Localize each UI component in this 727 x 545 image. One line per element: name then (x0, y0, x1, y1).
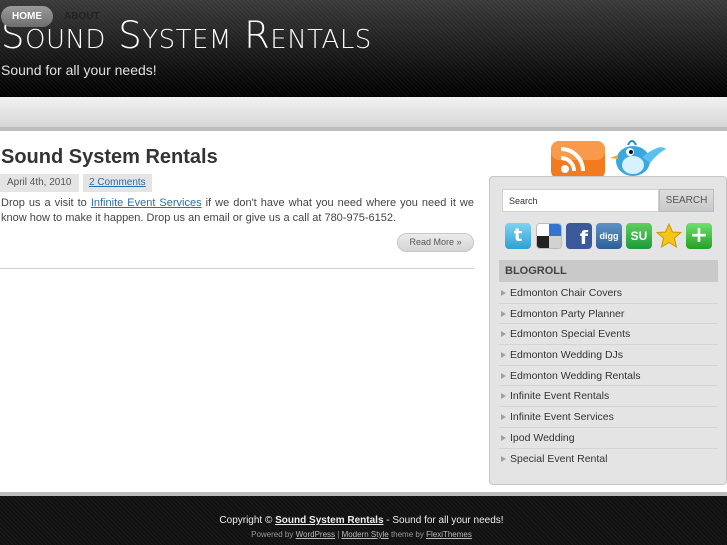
delicious-icon-q2 (549, 224, 561, 236)
delicious-icon[interactable] (536, 223, 562, 249)
twitter-icon[interactable]: t (505, 223, 531, 249)
nav-home-link[interactable]: HOME (1, 6, 53, 27)
footer-copyright: Copyright © Sound System Rentals - Sound… (0, 515, 723, 526)
blogroll-link[interactable]: Ipod Wedding (499, 428, 718, 449)
search-button[interactable]: SEARCH (659, 189, 714, 212)
rss-feed-icon[interactable] (551, 139, 607, 179)
digg-icon[interactable]: digg (596, 223, 622, 249)
modern-style-link[interactable]: Modern Style (342, 530, 389, 539)
delicious-icon-q3 (537, 236, 549, 248)
blogroll-link[interactable]: Edmonton Chair Covers (499, 283, 718, 304)
blogroll-link[interactable]: Edmonton Wedding DJs (499, 345, 718, 366)
credits-separator: | (337, 530, 340, 539)
search-input[interactable] (502, 189, 659, 212)
twitter-bird-icon[interactable] (606, 137, 668, 179)
theme-by-text: theme by (390, 530, 424, 539)
blogroll-heading: BLOGROLL (499, 260, 718, 282)
infinite-event-services-link[interactable]: Infinite Event Services (91, 197, 202, 209)
blogroll-link[interactable]: Edmonton Wedding Rentals (499, 366, 718, 387)
delicious-icon-q1 (537, 224, 549, 236)
nav-about-link[interactable]: ABOUT (64, 6, 100, 27)
add-plus-icon[interactable]: + (686, 223, 712, 249)
stumbleupon-icon[interactable]: SU (626, 223, 652, 249)
post-divider (0, 268, 474, 269)
delicious-icon-q4 (549, 236, 561, 248)
footer-tagline: - Sound for all your needs! (383, 515, 504, 526)
facebook-icon[interactable]: f (566, 223, 592, 249)
post-title[interactable]: Sound System Rentals (1, 146, 218, 169)
read-more-button[interactable]: Read More » (397, 233, 474, 252)
blogroll-link[interactable]: Infinite Event Services (499, 407, 718, 428)
post-body: Drop us a visit to Infinite Event Servic… (1, 196, 474, 226)
blogroll-link[interactable]: Infinite Event Rentals (499, 386, 718, 408)
post-comments-link[interactable]: 2 Comments (83, 174, 152, 192)
post-date: April 4th, 2010 (0, 174, 79, 192)
blogroll-link[interactable]: Special Event Rental (499, 449, 718, 470)
post-body-text: Drop us a visit to (1, 197, 91, 209)
site-tagline: Sound for all your needs! (1, 62, 157, 78)
flexithemes-link[interactable]: FlexiThemes (426, 530, 472, 539)
main-nav (0, 97, 727, 131)
favorite-star-icon[interactable] (656, 223, 682, 249)
footer-site-link[interactable]: Sound System Rentals (275, 515, 383, 526)
blogroll-link[interactable]: Edmonton Party Planner (499, 304, 718, 325)
wordpress-link[interactable]: WordPress (296, 530, 335, 539)
powered-by-text: Powered by (251, 530, 294, 539)
twitter-icon-label: t (513, 225, 523, 246)
blogroll-link[interactable]: Edmonton Special Events (499, 324, 718, 346)
blogroll-list: Edmonton Chair Covers Edmonton Party Pla… (499, 283, 718, 469)
footer-credits: Powered by WordPress | Modern Style them… (0, 530, 723, 539)
copyright-text: Copyright © (219, 515, 273, 526)
site-title[interactable]: Sound System Rentals (1, 14, 372, 57)
